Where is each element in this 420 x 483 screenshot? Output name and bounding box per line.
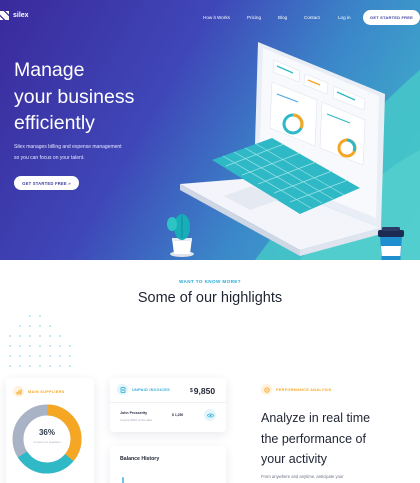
main-suppliers-header: MAIN SUPPLIERS — [13, 386, 64, 397]
chart-icon — [261, 384, 272, 395]
unpaid-invoices-amount: $9,850 — [190, 386, 215, 396]
chart-icon — [13, 386, 24, 397]
highlights-title: Some of our highlights — [137, 290, 283, 306]
hero-subtitle-line: Silex manages billing and expense manage… — [14, 144, 122, 150]
hero-get-started-button[interactable]: GET STARTED FREE » — [14, 176, 79, 190]
nav-link-blog[interactable]: Blog — [278, 15, 287, 20]
performance-label: PERFORMANCE ANALYSIS — [276, 387, 332, 392]
hero-title-line: your business — [14, 85, 135, 108]
balance-history-title: Balance History — [120, 456, 160, 462]
logo-mark-icon — [0, 11, 9, 20]
invoice-icon — [117, 384, 128, 395]
performance-body: From anywhere and anytime, anticipate yo… — [261, 474, 344, 479]
suppliers-donut-chart — [12, 404, 82, 474]
hero-subtitle: Silex manages billing and expense manage… — [14, 142, 164, 164]
nav-link-pricing[interactable]: Pricing — [247, 15, 261, 20]
hero-title-line: efficiently — [14, 112, 95, 134]
brand-name: silex — [13, 12, 29, 19]
suppliers-percent-value: 36% — [38, 428, 55, 437]
hero-subtitle-line: so you can focus on your talent. — [14, 155, 85, 161]
plant-illustration — [167, 214, 194, 257]
hero-section: silex How it Works Pricing Blog Contact … — [0, 0, 420, 260]
hero-title: Manage your business efficiently — [14, 57, 184, 137]
nav-get-started-button[interactable]: GET STARTED FREE — [363, 10, 420, 25]
brand-logo[interactable]: silex — [0, 11, 29, 20]
performance-title: Analyze in real time the performance of … — [261, 408, 420, 470]
nav-link-contact[interactable]: Contact — [304, 15, 320, 20]
main-suppliers-label: MAIN SUPPLIERS — [28, 389, 65, 394]
performance-header: PERFORMANCE ANALYSIS — [261, 384, 332, 395]
nav-link-login[interactable]: Log in — [338, 15, 351, 20]
performance-title-line: your activity — [261, 452, 327, 466]
currency-symbol: $ — [190, 388, 193, 394]
highlights-eyebrow: WANT TO KNOW MORE? — [179, 279, 241, 284]
unpaid-invoices-label: UNPAID INVOICES — [132, 387, 170, 392]
decorative-dot-grid — [9, 315, 71, 367]
top-nav: silex How it Works Pricing Blog Contact … — [0, 0, 420, 36]
unpaid-invoices-header: UNPAID INVOICES — [117, 384, 170, 395]
invoice-detail: Invoice #002 of the date — [120, 418, 153, 422]
invoice-price: $ 1,250 — [172, 413, 184, 417]
hero-title-line: Manage — [14, 59, 85, 81]
performance-title-line: Analyze in real time — [261, 411, 371, 425]
balance-history-card — [110, 446, 226, 483]
amount-value: 9,850 — [193, 386, 216, 396]
suppliers-caption: of spent on suppliers — [33, 440, 61, 444]
view-invoice-button[interactable] — [204, 409, 216, 421]
performance-title-line: the performance of — [261, 431, 366, 446]
balance-bar — [122, 477, 124, 483]
nav-link-how-it-works[interactable]: How it Works — [203, 15, 230, 20]
eye-icon — [206, 413, 214, 417]
coffee-cup-illustration — [378, 227, 404, 260]
card-divider — [110, 402, 226, 403]
invoice-client-name: John Prosserity — [120, 411, 148, 415]
